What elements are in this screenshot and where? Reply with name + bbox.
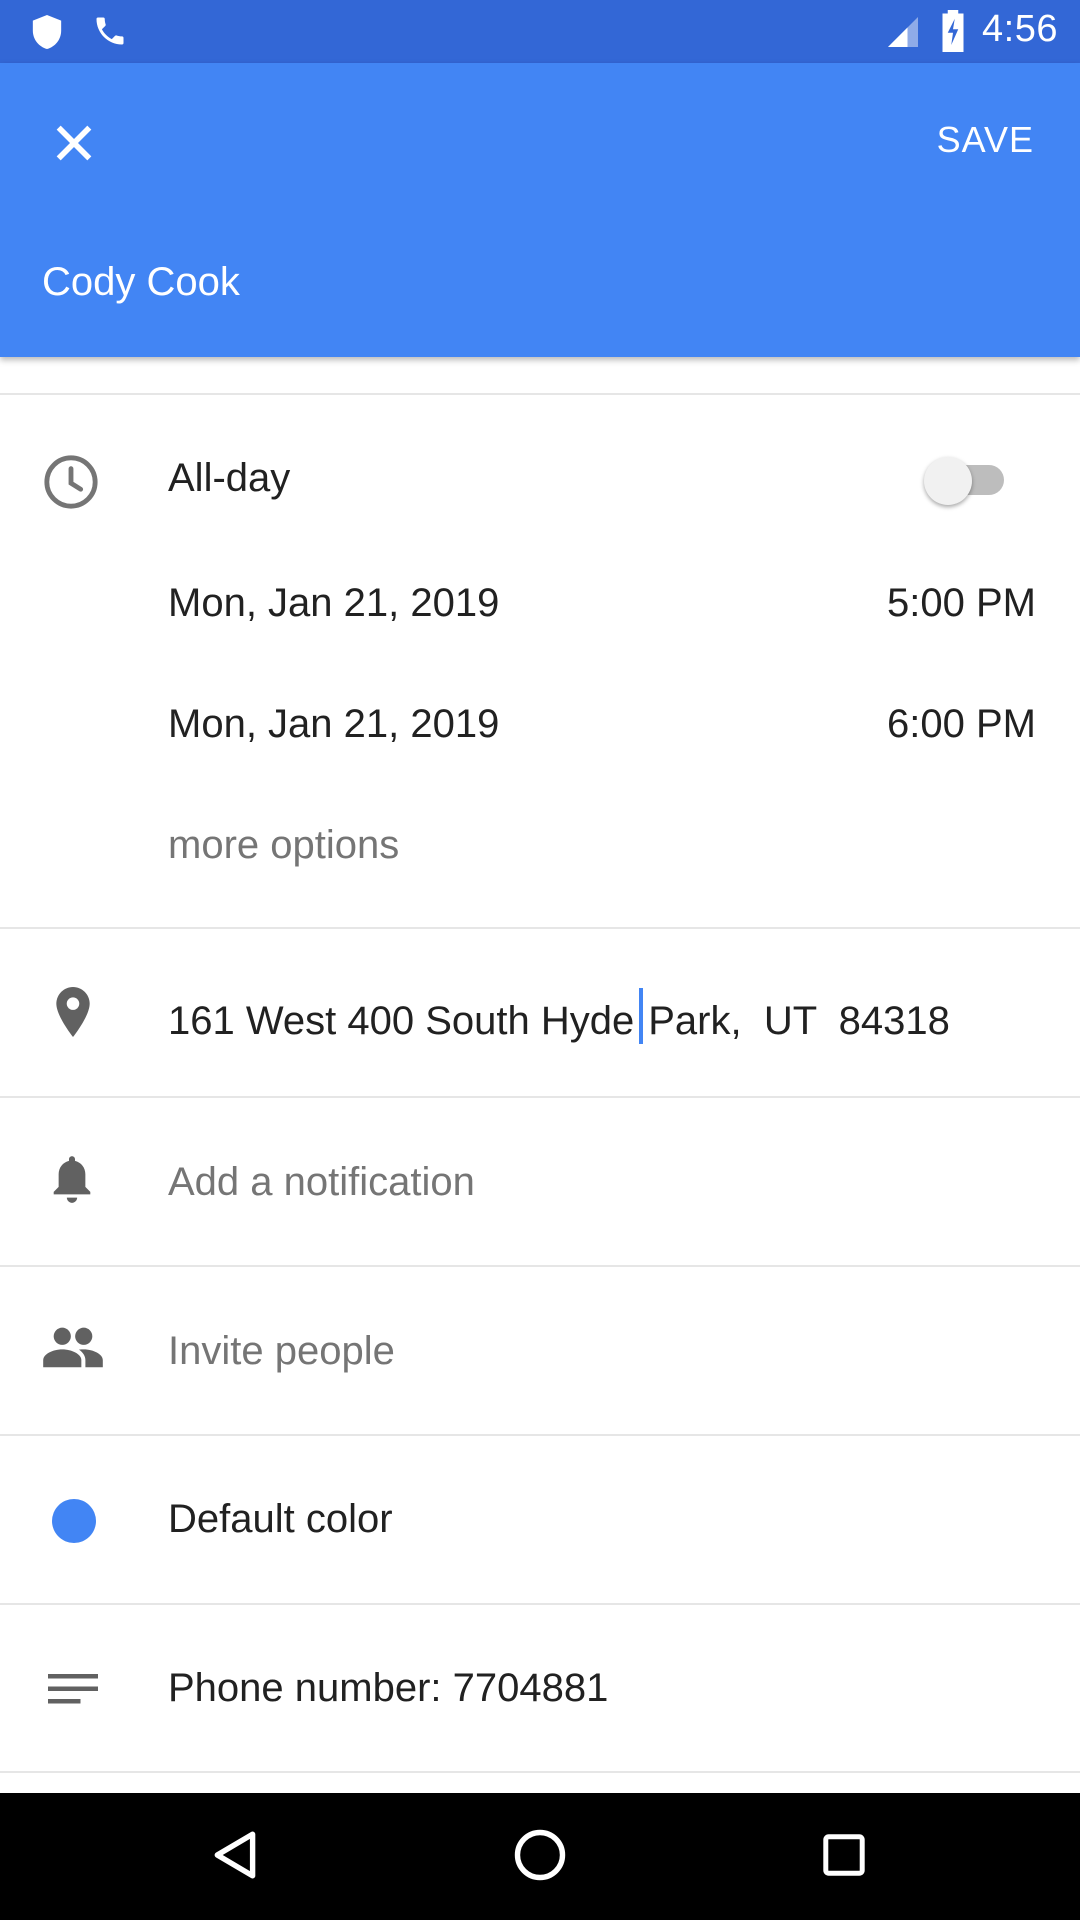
clock-icon (42, 453, 100, 516)
event-title-field[interactable]: Cody Cook (42, 260, 240, 305)
divider (0, 1434, 1080, 1436)
end-date[interactable]: Mon, Jan 21, 2019 (168, 702, 499, 747)
back-button[interactable] (200, 1821, 272, 1893)
end-time[interactable]: 6:00 PM (887, 702, 1036, 747)
location-text-before-cursor: 161 West 400 South Hyde (168, 999, 635, 1043)
battery-charging-icon (940, 10, 966, 57)
shield-icon (30, 13, 64, 56)
location-text-after-cursor: Park, UT 84318 (648, 999, 950, 1043)
status-time: 4:56 (982, 8, 1058, 50)
location-input[interactable]: 161 West 400 South Hyde Park, UT 84318 (168, 988, 950, 1044)
description-field[interactable]: Phone number: 7704881 (168, 1666, 608, 1711)
text-cursor (639, 988, 644, 1044)
close-icon (54, 123, 94, 168)
add-notification-button[interactable]: Add a notification (168, 1160, 475, 1205)
recents-icon (821, 1832, 867, 1883)
signal-icon (884, 14, 922, 55)
notes-icon (48, 1674, 98, 1709)
navigation-bar (0, 1793, 1080, 1920)
people-icon (42, 1324, 104, 1375)
divider (0, 1096, 1080, 1098)
location-pin-icon (48, 984, 98, 1045)
divider (0, 1603, 1080, 1605)
all-day-label: All-day (168, 456, 291, 500)
all-day-toggle[interactable] (924, 457, 1008, 505)
divider (0, 393, 1080, 395)
status-bar: 4:56 (0, 0, 1080, 63)
divider (0, 1771, 1080, 1773)
default-color-option[interactable]: Default color (168, 1497, 393, 1542)
toggle-thumb (924, 457, 972, 505)
color-dot-icon (52, 1499, 96, 1543)
invite-people-button[interactable]: Invite people (168, 1329, 395, 1374)
app-bar: SAVE Cody Cook (0, 63, 1080, 357)
divider (0, 927, 1080, 929)
start-date[interactable]: Mon, Jan 21, 2019 (168, 581, 499, 626)
home-button[interactable] (504, 1821, 576, 1893)
back-icon (211, 1828, 261, 1887)
start-time[interactable]: 5:00 PM (887, 581, 1036, 626)
phone-icon (92, 13, 128, 54)
recents-button[interactable] (808, 1821, 880, 1893)
divider (0, 1265, 1080, 1267)
close-button[interactable] (34, 105, 114, 185)
bell-icon (46, 1152, 98, 1213)
more-options-link[interactable]: more options (168, 823, 399, 868)
home-icon (513, 1828, 567, 1887)
save-button[interactable]: SAVE (937, 119, 1034, 161)
